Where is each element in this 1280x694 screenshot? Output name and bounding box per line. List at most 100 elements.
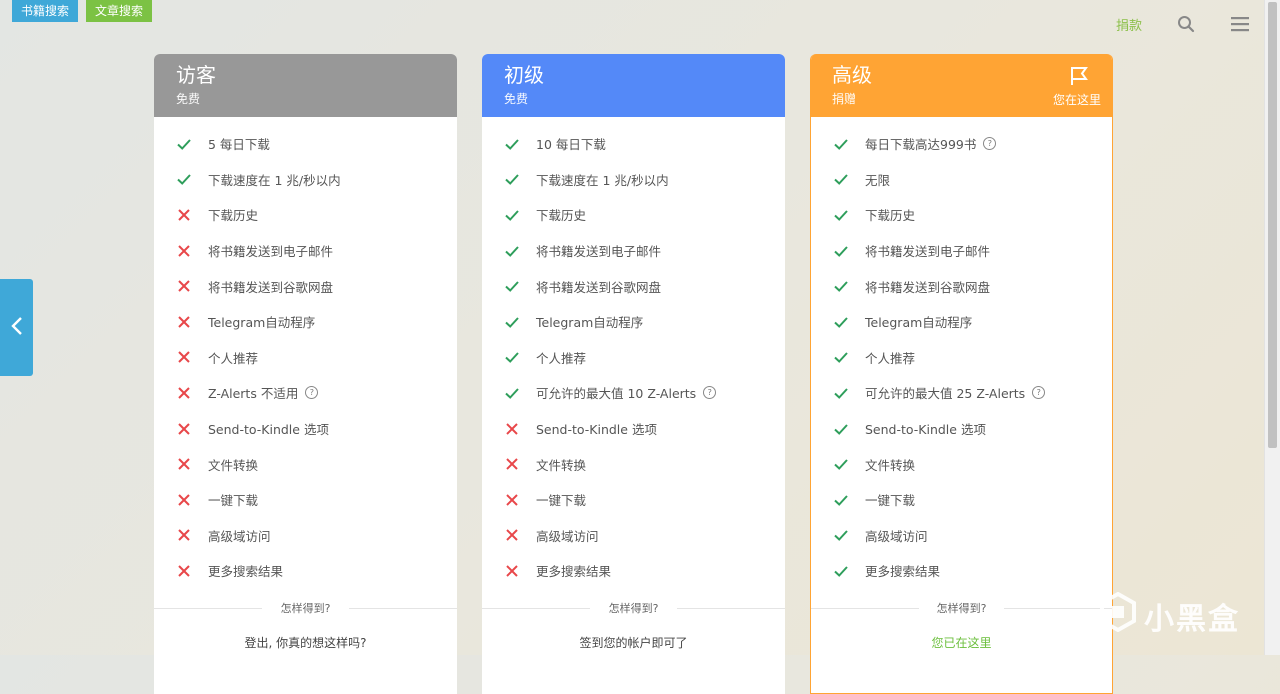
feature-item: Telegram自动程序 — [154, 304, 457, 340]
feature-text: 下载历史 — [208, 208, 259, 224]
plan-name: 访客 — [176, 63, 216, 87]
cross-icon — [504, 492, 520, 508]
feature-text: 5 每日下载 — [208, 137, 270, 153]
tab-book-search[interactable]: 书籍搜索 — [12, 0, 79, 22]
feature-text: 将书籍发送到谷歌网盘 — [208, 279, 334, 295]
feature-item: 高级域访问 — [482, 518, 785, 554]
feature-item: 下载历史 — [482, 197, 785, 233]
check-icon — [833, 207, 849, 223]
flag-icon — [1069, 66, 1089, 90]
feature-text: 更多搜索结果 — [865, 564, 941, 580]
plan-name: 高级 — [832, 63, 872, 87]
feature-text: 下载历史 — [536, 208, 587, 224]
plan-cta-link[interactable]: 登出, 你真的想这样吗? — [154, 634, 457, 651]
check-icon — [504, 136, 520, 152]
plan-card-basic: 初级 免费 10 每日下载 下载速度在 1 兆/秒以内 下载历史 将书籍发送到电子邮件 将书… — [482, 54, 785, 694]
check-icon — [833, 243, 849, 259]
feature-text: 高级域访问 — [536, 528, 599, 544]
feature-text: 个人推荐 — [208, 350, 259, 366]
plan-cta-link[interactable]: 您已在这里 — [811, 634, 1112, 651]
feature-item: 下载速度在 1 兆/秒以内 — [154, 162, 457, 198]
check-icon — [833, 278, 849, 294]
feature-text: 文件转换 — [536, 457, 587, 473]
cross-icon — [504, 527, 520, 543]
watermark: 小黑盒 — [1098, 591, 1240, 640]
cross-icon — [504, 563, 520, 579]
check-icon — [833, 314, 849, 330]
check-icon — [504, 349, 520, 365]
feature-item: 一键下载 — [154, 482, 457, 518]
feature-text: 10 每日下载 — [536, 137, 606, 153]
feature-item: 可允许的最大值 10 Z-Alerts? — [482, 375, 785, 411]
feature-item: 个人推荐 — [154, 340, 457, 376]
hamburger-menu-icon[interactable] — [1230, 14, 1250, 34]
feature-item: Telegram自动程序 — [811, 304, 1112, 340]
help-icon[interactable]: ? — [305, 386, 319, 400]
feature-item: 更多搜索结果 — [482, 553, 785, 589]
feature-item: Send-to-Kindle 选项 — [482, 411, 785, 447]
cross-icon — [176, 456, 192, 472]
plan-header: 访客 免费 — [154, 54, 457, 117]
feature-item: Telegram自动程序 — [482, 304, 785, 340]
feature-item: 高级域访问 — [154, 518, 457, 554]
help-icon[interactable]: ? — [1032, 386, 1046, 400]
check-icon — [833, 385, 849, 401]
feature-text: 高级域访问 — [865, 528, 928, 544]
how-to-get-label: 怎样得到? — [274, 599, 337, 616]
check-icon — [833, 349, 849, 365]
donate-link[interactable]: 捐款 — [1116, 15, 1142, 34]
back-arrow-button[interactable] — [0, 279, 33, 376]
feature-text: 高级域访问 — [208, 528, 271, 544]
feature-item: 个人推荐 — [811, 340, 1112, 376]
feature-text: Send-to-Kindle 选项 — [208, 422, 329, 438]
how-to-get-divider: 怎样得到? — [482, 594, 785, 622]
feature-item: Z-Alerts 不适用? — [154, 375, 457, 411]
search-icon[interactable] — [1176, 14, 1196, 34]
feature-text: 无限 — [865, 172, 891, 188]
feature-item: 一键下载 — [482, 482, 785, 518]
feature-item: 可允许的最大值 25 Z-Alerts? — [811, 375, 1112, 411]
feature-text: 文件转换 — [208, 457, 259, 473]
feature-text: 将书籍发送到谷歌网盘 — [865, 279, 991, 295]
pricing-plans: 访客 免费 5 每日下载 下载速度在 1 兆/秒以内 下载历史 将书籍发送到电子邮件 将书籍… — [154, 54, 1113, 694]
check-icon — [833, 492, 849, 508]
tab-article-search[interactable]: 文章搜索 — [86, 0, 153, 22]
feature-text: 下载历史 — [865, 208, 916, 224]
feature-list: 5 每日下载 下载速度在 1 兆/秒以内 下载历史 将书籍发送到电子邮件 将书籍发送到谷… — [154, 117, 457, 589]
feature-item: 下载历史 — [154, 197, 457, 233]
feature-item: Send-to-Kindle 选项 — [154, 411, 457, 447]
feature-list: 每日下载高达999书? 无限 下载历史 将书籍发送到电子邮件 将书籍发送到谷歌网盘 Tel… — [811, 117, 1112, 589]
page-scrollbar[interactable] — [1264, 0, 1280, 655]
feature-item: 下载历史 — [811, 197, 1112, 233]
feature-item: 一键下载 — [811, 482, 1112, 518]
feature-text: 可允许的最大值 25 Z-Alerts — [865, 386, 1026, 402]
check-icon — [833, 171, 849, 187]
plan-cta-link[interactable]: 签到您的帐户即可了 — [482, 634, 785, 651]
check-icon — [504, 243, 520, 259]
feature-item: 无限 — [811, 162, 1112, 198]
feature-text: 下载速度在 1 兆/秒以内 — [208, 172, 341, 188]
feature-text: Z-Alerts 不适用 — [208, 386, 299, 402]
help-icon[interactable]: ? — [983, 137, 997, 151]
how-to-get-divider: 怎样得到? — [154, 594, 457, 622]
feature-text: 个人推荐 — [865, 350, 916, 366]
feature-item: 将书籍发送到谷歌网盘 — [154, 268, 457, 304]
feature-text: 下载速度在 1 兆/秒以内 — [536, 172, 669, 188]
feature-item: 将书籍发送到谷歌网盘 — [482, 268, 785, 304]
header-actions: 捐款 — [1116, 14, 1250, 34]
feature-text: Telegram自动程序 — [208, 315, 316, 331]
help-icon[interactable]: ? — [703, 386, 717, 400]
plan-subtitle: 免费 — [176, 92, 201, 106]
feature-text: 一键下载 — [865, 493, 916, 509]
feature-text: 文件转换 — [865, 457, 916, 473]
watermark-logo-icon — [1098, 591, 1138, 640]
plan-card-guest: 访客 免费 5 每日下载 下载速度在 1 兆/秒以内 下载历史 将书籍发送到电子邮件 将书籍… — [154, 54, 457, 694]
feature-text: 可允许的最大值 10 Z-Alerts — [536, 386, 697, 402]
how-to-get-label: 怎样得到? — [602, 599, 665, 616]
feature-item: 个人推荐 — [482, 340, 785, 376]
feature-item: 10 每日下载 — [482, 126, 785, 162]
feature-item: 文件转换 — [811, 446, 1112, 482]
feature-text: 每日下载高达999书 — [865, 137, 977, 153]
scrollbar-thumb[interactable] — [1268, 2, 1277, 448]
feature-list: 10 每日下载 下载速度在 1 兆/秒以内 下载历史 将书籍发送到电子邮件 将书籍发送到… — [482, 117, 785, 589]
